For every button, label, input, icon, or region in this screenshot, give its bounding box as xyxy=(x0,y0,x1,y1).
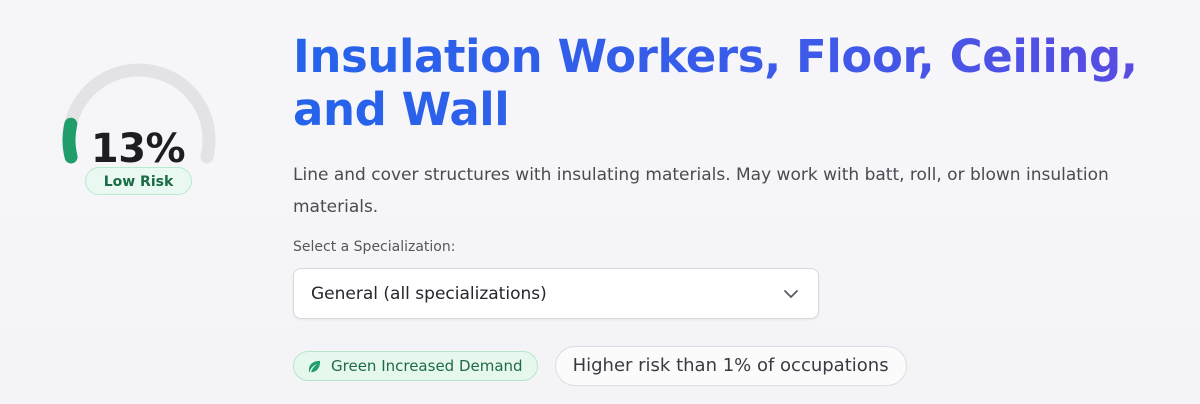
risk-level-badge: Low Risk xyxy=(85,167,192,195)
risk-percent: 13% xyxy=(90,126,186,172)
chevron-down-icon xyxy=(784,290,798,298)
green-demand-badge: Green Increased Demand xyxy=(293,351,538,381)
risk-comparison-badge: Higher risk than 1% of occupations xyxy=(554,346,907,386)
green-demand-label: Green Increased Demand xyxy=(331,357,523,375)
leaf-icon xyxy=(308,360,321,372)
occupation-header: Insulation Workers, Floor, Ceiling, and … xyxy=(293,30,1173,319)
occupation-description: Line and cover structures with insulatin… xyxy=(293,165,1109,217)
risk-gauge: 13% Low Risk xyxy=(28,30,248,210)
specialization-select[interactable]: General (all specializations) xyxy=(293,268,819,319)
specialization-label: Select a Specialization: xyxy=(293,239,456,255)
occupation-tags: Green Increased Demand Higher risk than … xyxy=(293,346,907,386)
page-title: Insulation Workers, Floor, Ceiling, and … xyxy=(293,30,1173,136)
specialization-selected-value: General (all specializations) xyxy=(311,284,547,304)
